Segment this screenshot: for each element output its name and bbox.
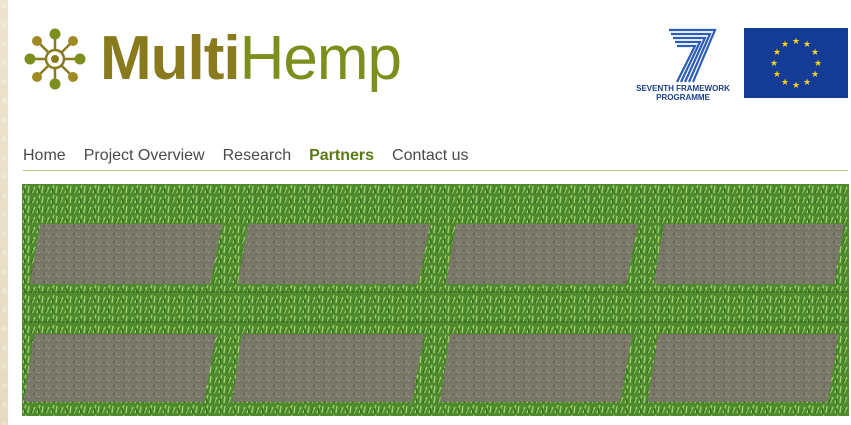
svg-text:★: ★ <box>770 59 778 69</box>
svg-text:★: ★ <box>814 59 822 69</box>
svg-text:★: ★ <box>811 48 819 58</box>
fp7-caption-line2: PROGRAMME <box>656 93 710 102</box>
svg-text:★: ★ <box>781 40 789 50</box>
site-title: MultiHemp <box>100 24 402 94</box>
fp7-caption-line1: SEVENTH FRAMEWORK <box>636 84 730 93</box>
svg-text:★: ★ <box>781 78 789 88</box>
nav-item-contact-us[interactable]: Contact us <box>392 147 468 165</box>
svg-text:★: ★ <box>773 70 781 80</box>
eu-flag-icon: ★ ★ ★ ★ ★ ★ ★ ★ ★ ★ ★ ★ <box>744 28 848 98</box>
hemp-leaf-network-icon <box>24 28 86 90</box>
banner-field-trial-plots-photo <box>22 184 849 416</box>
fp7-seven-icon <box>669 28 717 83</box>
nav-item-home[interactable]: Home <box>23 147 66 165</box>
svg-text:★: ★ <box>803 40 811 50</box>
svg-text:★: ★ <box>803 78 811 88</box>
svg-text:★: ★ <box>792 81 800 91</box>
nav-item-research[interactable]: Research <box>223 147 291 165</box>
site-title-light: Hemp <box>239 24 402 93</box>
site-title-bold: Multi <box>100 24 241 93</box>
svg-text:★: ★ <box>773 48 781 58</box>
svg-text:★: ★ <box>792 37 800 47</box>
page: MultiHemp SEVENTH FRAMEWORK PROGRAMME ★ … <box>8 0 851 425</box>
nav-divider <box>23 170 848 171</box>
site-logo-link[interactable]: MultiHemp <box>24 14 402 104</box>
nav-item-partners[interactable]: Partners <box>309 147 374 165</box>
main-nav: Home Project Overview Research Partners … <box>23 145 487 167</box>
fp7-logo: SEVENTH FRAMEWORK PROGRAMME <box>633 24 733 104</box>
svg-text:★: ★ <box>811 70 819 80</box>
nav-item-project-overview[interactable]: Project Overview <box>84 147 205 165</box>
fp7-caption: SEVENTH FRAMEWORK PROGRAMME <box>633 84 733 102</box>
